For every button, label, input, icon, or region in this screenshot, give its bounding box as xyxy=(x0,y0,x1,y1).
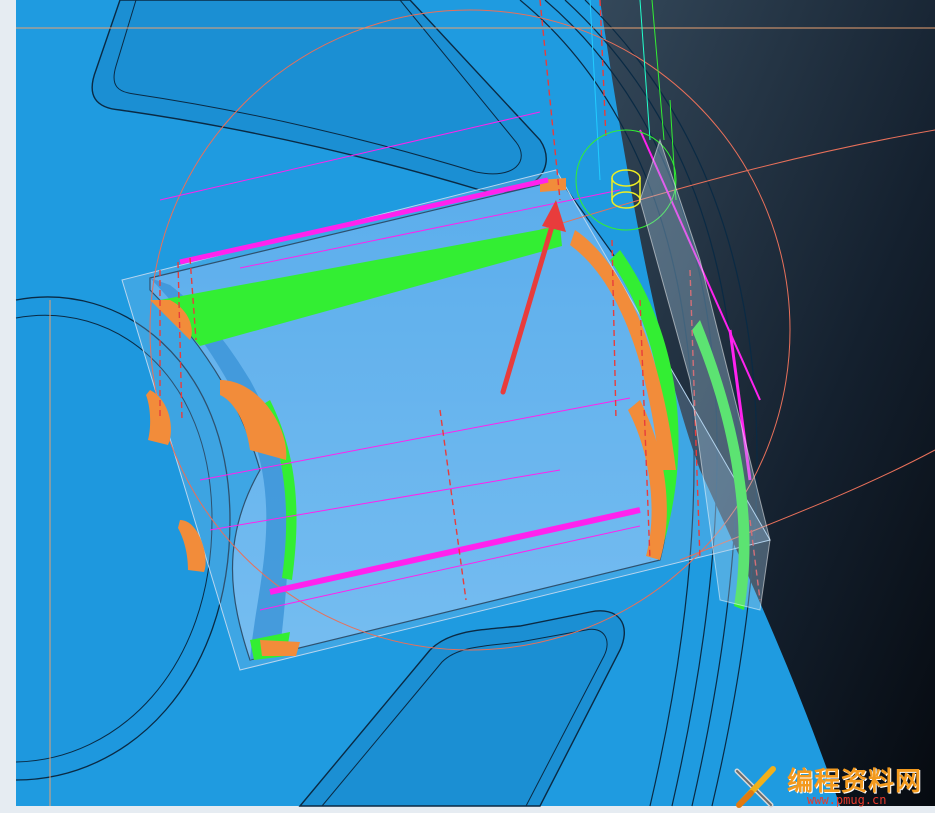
watermark-url: www.pmug.cn xyxy=(807,793,887,807)
watermark: 编程资料网 www.pmug.cn xyxy=(731,763,931,809)
cad-3d-viewport[interactable] xyxy=(0,0,935,813)
wrench-screwdriver-icon xyxy=(734,766,776,808)
